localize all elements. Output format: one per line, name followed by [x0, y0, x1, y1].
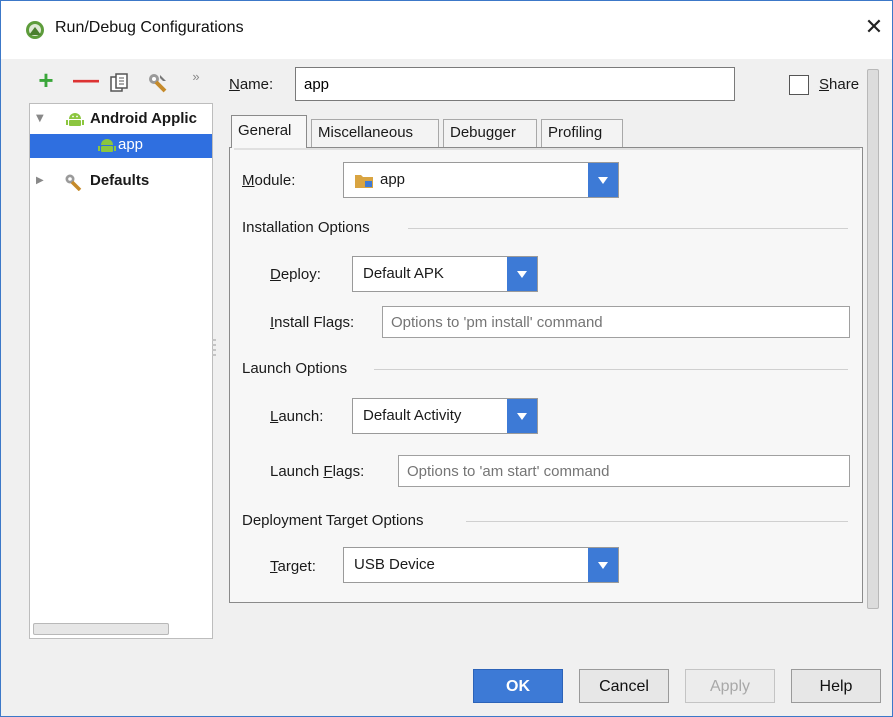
- launch-flags-input[interactable]: [398, 455, 850, 487]
- more-actions-icon[interactable]: »: [185, 69, 207, 95]
- share-checkbox[interactable]: [789, 75, 809, 95]
- tab-profiling[interactable]: Profiling: [541, 119, 623, 147]
- tree-item-label: Android Applic: [90, 110, 197, 127]
- chevron-down-icon[interactable]: [507, 399, 537, 433]
- installation-options-title: Installation Options: [242, 219, 370, 236]
- target-label: Target:: [270, 558, 316, 575]
- module-folder-icon: [355, 175, 373, 188]
- tree-item-android-application[interactable]: ▼ Android Applic: [30, 108, 212, 132]
- module-dropdown[interactable]: app: [343, 162, 619, 198]
- launch-dropdown[interactable]: Default Activity: [352, 398, 538, 434]
- deploy-value: Default APK: [363, 265, 444, 282]
- help-button[interactable]: Help: [791, 669, 881, 703]
- launch-flags-label: Launch Flags:: [270, 463, 365, 480]
- wrench-icon: [65, 174, 82, 191]
- launch-value: Default Activity: [363, 407, 462, 424]
- window-title: Run/Debug Configurations: [55, 19, 244, 36]
- tree-horizontal-scrollbar[interactable]: [33, 623, 169, 635]
- splitter-handle[interactable]: [212, 339, 216, 367]
- tab-general[interactable]: General: [231, 115, 307, 148]
- module-label: Module:: [242, 172, 296, 189]
- config-toolbar: + — »: [35, 66, 215, 96]
- add-configuration-icon[interactable]: +: [35, 67, 57, 93]
- section-divider: [408, 228, 848, 229]
- deployment-target-options-title: Deployment Target Options: [242, 512, 424, 529]
- module-value: app: [380, 171, 406, 188]
- deploy-label: Deploy:: [270, 266, 321, 283]
- target-dropdown[interactable]: USB Device: [343, 547, 619, 583]
- tree-item-app[interactable]: app: [30, 134, 212, 158]
- panel-divider: [234, 148, 860, 150]
- vertical-scrollbar-thumb[interactable]: [867, 69, 879, 609]
- launch-label: Launch:: [270, 408, 324, 425]
- android-icon: [66, 113, 84, 126]
- tab-debugger[interactable]: Debugger: [443, 119, 537, 147]
- section-divider: [466, 521, 848, 522]
- chevron-down-icon[interactable]: [588, 548, 618, 582]
- configuration-tree: ▼ Android Applic app ▶ Defaults: [29, 103, 213, 639]
- configuration-name-input[interactable]: [295, 67, 735, 101]
- expand-arrow-icon[interactable]: ▼: [36, 113, 44, 124]
- remove-configuration-icon[interactable]: —: [73, 66, 99, 93]
- tree-item-label: app: [118, 136, 144, 153]
- launch-options-title: Launch Options: [242, 360, 348, 377]
- cancel-button[interactable]: Cancel: [579, 669, 669, 703]
- install-flags-input[interactable]: [382, 306, 850, 338]
- run-debug-configurations-dialog: Run/Debug Configurations ✕ + — » ▼ Andro…: [0, 0, 893, 717]
- ok-button[interactable]: OK: [473, 669, 563, 703]
- apply-button[interactable]: Apply: [685, 669, 775, 703]
- chevron-down-icon[interactable]: [588, 163, 618, 197]
- tree-item-label: Defaults: [90, 172, 150, 189]
- close-icon[interactable]: ✕: [861, 13, 887, 43]
- install-flags-label: Install Flags:: [270, 314, 355, 331]
- general-tab-panel: Module: app Installation Options Deploy:…: [229, 147, 863, 603]
- section-divider: [374, 369, 848, 370]
- tree-item-defaults[interactable]: ▶ Defaults: [30, 170, 212, 194]
- collapse-arrow-icon[interactable]: ▶: [36, 175, 44, 186]
- chevron-down-icon[interactable]: [507, 257, 537, 291]
- target-value: USB Device: [354, 556, 435, 573]
- edit-defaults-icon[interactable]: [147, 70, 169, 96]
- android-icon: [98, 139, 116, 152]
- share-label: Share: [819, 76, 860, 93]
- deploy-dropdown[interactable]: Default APK: [352, 256, 538, 292]
- tab-miscellaneous[interactable]: Miscellaneous: [311, 119, 439, 147]
- name-label: Name:: [229, 76, 274, 93]
- title-bar: Run/Debug Configurations ✕: [1, 1, 892, 59]
- copy-configuration-icon[interactable]: [108, 70, 130, 96]
- android-studio-icon: [26, 21, 44, 39]
